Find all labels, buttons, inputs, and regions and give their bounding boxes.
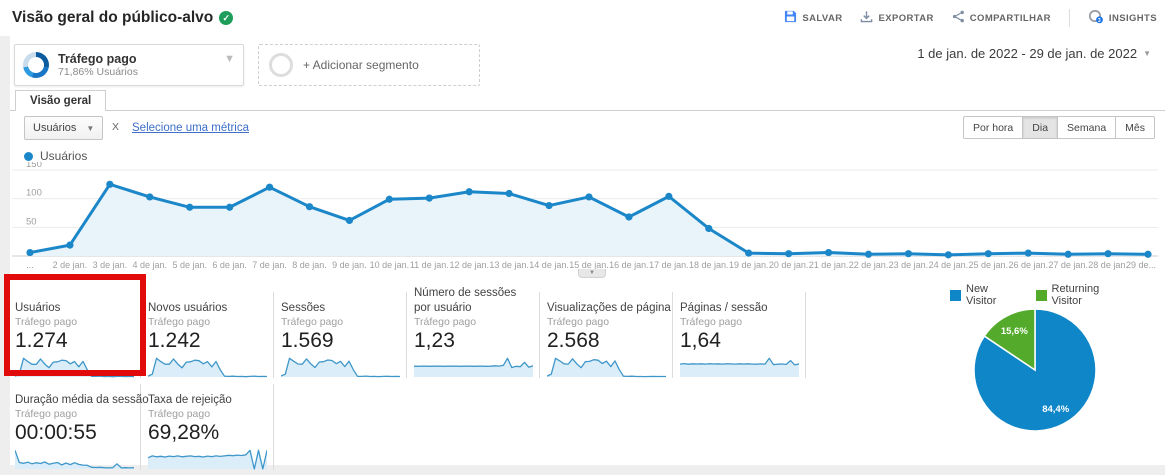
svg-text:2 de jan.: 2 de jan.: [53, 260, 88, 270]
svg-text:26 de jan.: 26 de jan.: [1008, 260, 1048, 270]
page-title: Visão geral do público-alvo: [12, 9, 214, 26]
granularity-por-hora[interactable]: Por hora: [963, 116, 1024, 139]
download-icon: [860, 10, 873, 26]
svg-text:5 de jan.: 5 de jan.: [172, 260, 207, 270]
export-button[interactable]: EXPORTAR: [860, 10, 933, 26]
sparkline-chart: [280, 354, 401, 378]
chevron-down-icon[interactable]: ▼: [224, 53, 235, 65]
series-label: Usuários: [40, 149, 88, 163]
tab-visao-geral[interactable]: Visão geral: [15, 90, 107, 111]
svg-text:25 de jan.: 25 de jan.: [969, 260, 1009, 270]
metric-card-duracao-media[interactable]: Duração média da sessão Tráfego pago 00:…: [14, 384, 149, 470]
sparkline-chart: [14, 354, 135, 378]
svg-text:23 de jan.: 23 de jan.: [889, 260, 929, 270]
svg-text:20 de jan.: 20 de jan.: [769, 260, 809, 270]
sparkline-chart: [147, 446, 268, 470]
svg-text:12 de jan.: 12 de jan.: [449, 260, 489, 270]
granularity-semana[interactable]: Semana: [1058, 116, 1117, 139]
metric-card-sessoes-por-usuario[interactable]: Número de sessões por usuário Tráfego pa…: [413, 287, 540, 378]
svg-text:21 de jan.: 21 de jan.: [809, 260, 849, 270]
svg-text:100: 100: [26, 188, 42, 199]
metric-select-dropdown[interactable]: Usuários ▼: [24, 116, 104, 140]
vs-separator: X: [112, 121, 120, 133]
svg-text:28 de jan.: 28 de jan.: [1088, 260, 1128, 270]
metric-card-paginas-sessao[interactable]: Páginas / sessão Tráfego pago 1,64: [679, 292, 806, 378]
insights-icon: 3: [1088, 9, 1104, 27]
metric-card-sessoes[interactable]: Sessões Tráfego pago 1.569: [280, 292, 407, 378]
date-caret-icon: ▼: [1143, 49, 1151, 58]
metric-cards-row-1: Usuários Tráfego pago 1.274 Novos usuári…: [14, 287, 813, 378]
segment-title: Tráfego pago: [58, 51, 137, 66]
metric-card-usuarios[interactable]: Usuários Tráfego pago 1.274: [14, 292, 141, 378]
metric-card-visualizacoes[interactable]: Visualizações de página Tráfego pago 2.5…: [546, 292, 673, 378]
segment-chip-trafego-pago[interactable]: Tráfego pago 71,86% Usuários ▼: [14, 44, 244, 86]
svg-text:13 de jan.: 13 de jan.: [489, 260, 529, 270]
series-dot-icon: [24, 151, 33, 161]
svg-text:8 de jan.: 8 de jan.: [292, 260, 327, 270]
svg-text:4 de jan.: 4 de jan.: [133, 260, 168, 270]
segment-donut-icon: [23, 52, 49, 78]
svg-text:19 de jan.: 19 de jan.: [729, 260, 769, 270]
insights-button[interactable]: 3 INSIGHTS: [1088, 9, 1157, 27]
svg-text:11 de jan.: 11 de jan.: [410, 260, 449, 270]
svg-text:...: ...: [26, 260, 34, 270]
blue-swatch-icon: [950, 289, 961, 301]
metric-card-taxa-rejeicao[interactable]: Taxa de rejeição Tráfego pago 69,28%: [147, 384, 274, 470]
sparkline-chart: [413, 354, 534, 378]
save-button[interactable]: SALVAR: [784, 10, 842, 26]
granularity-toggle-group: Por hora Dia Semana Mês: [963, 116, 1155, 139]
topbar-divider: [1068, 9, 1070, 27]
svg-text:10 de jan.: 10 de jan.: [370, 260, 410, 270]
svg-text:16 de jan.: 16 de jan.: [609, 260, 649, 270]
empty-segment-circle-icon: [269, 53, 293, 77]
sparkline-chart: [14, 446, 135, 470]
svg-text:14 de jan.: 14 de jan.: [529, 260, 569, 270]
add-segment-label: + Adicionar segmento: [303, 58, 419, 72]
date-range-text: 1 de jan. de 2022 - 29 de jan. de 2022: [917, 46, 1138, 61]
svg-text:27 de jan.: 27 de jan.: [1048, 260, 1088, 270]
sparkline-chart: [679, 354, 800, 378]
svg-text:84,4%: 84,4%: [1042, 404, 1069, 415]
share-icon: [952, 10, 965, 26]
svg-text:7 de jan.: 7 de jan.: [252, 260, 287, 270]
svg-text:6 de jan.: 6 de jan.: [212, 260, 247, 270]
svg-text:15,6%: 15,6%: [1001, 326, 1028, 337]
metric-cards-row-2: Duração média da sessão Tráfego pago 00:…: [14, 384, 281, 470]
svg-text:150: 150: [26, 162, 42, 170]
granularity-mes[interactable]: Mês: [1116, 116, 1155, 139]
green-swatch-icon: [1035, 289, 1047, 301]
pie-legend: New Visitor Returning Visitor: [950, 283, 1130, 307]
chart-toolbar: Usuários ▼ X Selecione uma métrica Por h…: [10, 112, 1165, 146]
svg-text:29 de...: 29 de...: [1126, 260, 1156, 270]
save-icon: [784, 10, 797, 26]
granularity-dia[interactable]: Dia: [1023, 116, 1059, 139]
svg-text:18 de jan.: 18 de jan.: [689, 260, 729, 270]
svg-text:9 de jan.: 9 de jan.: [332, 260, 367, 270]
topbar: Visão geral do público-alvo ✓ SALVAR EXP…: [0, 0, 1165, 36]
sparkline-chart: [147, 354, 268, 378]
svg-text:3: 3: [1098, 18, 1101, 24]
topbar-actions: SALVAR EXPORTAR COMPARTILHAR 3 INSIGHTS: [784, 0, 1157, 36]
svg-text:17 de jan.: 17 de jan.: [649, 260, 689, 270]
select-metric-link[interactable]: Selecione uma métrica: [132, 122, 249, 134]
svg-text:22 de jan.: 22 de jan.: [849, 260, 889, 270]
chart-collapse-handle[interactable]: ▼: [578, 269, 606, 278]
sparkline-chart: [546, 354, 666, 378]
legend-returning-visitor[interactable]: Returning Visitor: [1035, 283, 1131, 307]
users-timeseries-chart[interactable]: 50 100 150... 2 de jan. 3 de jan. 4 de jan. 5 …: [12, 162, 1158, 274]
svg-text:3 de jan.: 3 de jan.: [93, 260, 128, 270]
svg-text:24 de jan.: 24 de jan.: [929, 260, 969, 270]
visitor-type-pie-chart[interactable]: 84,4% 15,6%: [972, 307, 1098, 433]
verified-check-icon: ✓: [219, 11, 234, 25]
segment-subtitle: 71,86% Usuários: [58, 66, 138, 79]
share-button[interactable]: COMPARTILHAR: [952, 10, 1051, 26]
legend-new-visitor[interactable]: New Visitor: [950, 283, 1020, 307]
svg-text:50: 50: [26, 216, 37, 227]
metric-card-novos-usuarios[interactable]: Novos usuários Tráfego pago 1.242: [147, 292, 274, 378]
chevron-down-icon: ▼: [86, 123, 95, 133]
chart-legend: Usuários: [24, 149, 87, 163]
tab-strip: Visão geral: [10, 90, 1165, 111]
add-segment-button[interactable]: + Adicionar segmento: [258, 44, 480, 86]
date-range-selector[interactable]: 1 de jan. de 2022 - 29 de jan. de 2022 ▼: [917, 46, 1151, 61]
